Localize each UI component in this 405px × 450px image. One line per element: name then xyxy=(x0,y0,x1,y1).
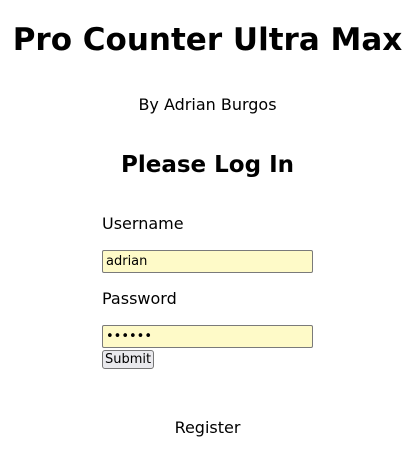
submit-button[interactable]: Submit xyxy=(102,350,155,369)
login-heading: Please Log In xyxy=(120,152,295,178)
username-label: Username xyxy=(102,214,184,233)
author-byline: By Adrian Burgos xyxy=(138,95,277,114)
password-label: Password xyxy=(102,289,177,308)
password-input[interactable] xyxy=(102,325,313,348)
register-link[interactable]: Register xyxy=(0,418,405,438)
page-title: Pro Counter Ultra Max xyxy=(12,22,403,58)
username-input[interactable] xyxy=(102,250,313,273)
